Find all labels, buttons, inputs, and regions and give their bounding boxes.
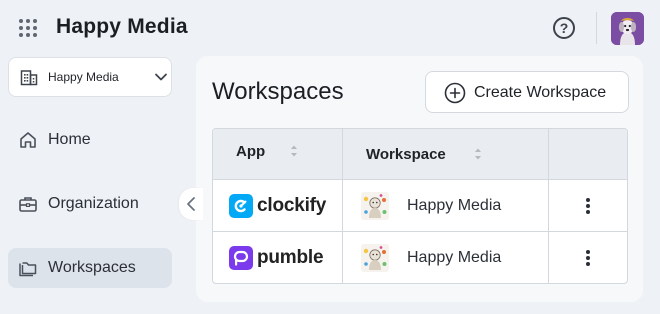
app-name: clockify: [257, 195, 327, 216]
app-name: pumble: [257, 247, 324, 268]
column-header-actions: [549, 129, 627, 180]
workspace-logo-icon: [361, 192, 389, 220]
user-avatar[interactable]: [611, 12, 644, 45]
sidebar-item-organization[interactable]: Organization: [8, 184, 172, 224]
home-icon: [20, 132, 36, 148]
table-header: App Workspace: [213, 129, 627, 180]
column-header-app[interactable]: App: [213, 129, 343, 180]
row-actions-menu-icon[interactable]: [583, 196, 593, 216]
sidebar-item-label: Organization: [48, 195, 139, 212]
help-icon[interactable]: ?: [553, 17, 575, 39]
workspace-name: Happy Media: [407, 249, 502, 266]
apps-grid-icon[interactable]: [19, 19, 37, 37]
workspace-name: Happy Media: [407, 197, 502, 214]
table-row[interactable]: pumble Happy Media: [213, 232, 627, 283]
workspace-logo-icon: [361, 244, 389, 272]
sidebar-item-workspaces[interactable]: Workspaces: [8, 248, 172, 288]
sidebar-item-label: Home: [48, 131, 91, 148]
create-workspace-label: Create Workspace: [474, 84, 607, 101]
column-header-label: App: [236, 143, 266, 160]
pumble-logo-icon: [229, 246, 253, 270]
table-row[interactable]: clockify Happy Media: [213, 180, 627, 232]
row-actions-menu-icon[interactable]: [583, 248, 593, 268]
sidebar-item-label: Workspaces: [48, 259, 136, 276]
chevron-down-icon: [155, 73, 167, 81]
sidebar-item-home[interactable]: Home: [8, 120, 172, 160]
header-divider: [596, 12, 597, 44]
app-title: Happy Media: [56, 15, 188, 38]
dog-avatar-icon: [611, 12, 644, 45]
column-header-workspace[interactable]: Workspace: [343, 129, 549, 180]
workspace-selector-label: Happy Media: [48, 70, 119, 84]
sort-icon: [475, 148, 481, 160]
page-title: Workspaces: [212, 78, 344, 105]
building-icon: [20, 70, 38, 86]
sort-icon: [291, 145, 297, 157]
create-workspace-button[interactable]: Create Workspace: [425, 71, 629, 113]
workspaces-table: App Workspace clockify Happy Media pumbl…: [212, 128, 628, 284]
folder-icon: [19, 262, 37, 277]
plus-circle-icon: [444, 82, 466, 104]
collapse-sidebar-button[interactable]: [179, 188, 203, 220]
clockify-logo-icon: [229, 194, 253, 218]
column-header-label: Workspace: [366, 146, 446, 163]
top-bar: Happy Media ?: [0, 0, 660, 56]
workspace-selector[interactable]: Happy Media: [8, 57, 172, 97]
briefcase-icon: [19, 197, 37, 212]
chevron-left-icon: [187, 197, 195, 211]
